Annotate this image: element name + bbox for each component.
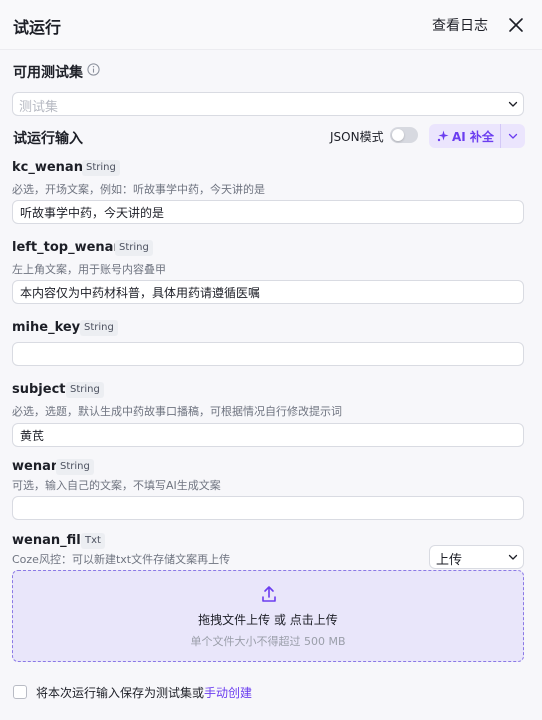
upload-mode-value: 上传 <box>436 553 463 568</box>
field-label: wenan <box>12 459 61 474</box>
manual-create-link[interactable]: 手动创建 <box>204 686 252 700</box>
toggle-knob <box>392 129 404 141</box>
field-description: 必选，开场文案，例如：听故事学中药，今天讲的是 <box>12 183 265 196</box>
test-set-select[interactable]: 测试集 <box>12 92 524 116</box>
field-name-subject: subject* <box>12 382 73 397</box>
field-description: 可选，输入自己的文案，不填写AI生成文案 <box>12 479 221 492</box>
type-tag: String <box>80 320 118 336</box>
field-description: 必选，选题，默认生成中药故事口播稿，可根据情况自行修改提示词 <box>12 405 342 418</box>
field-label: subject <box>12 382 66 397</box>
ai-fill-dropdown[interactable] <box>501 124 525 148</box>
subject-input[interactable] <box>12 423 524 447</box>
chevron-down-icon <box>508 101 518 107</box>
field-description: Coze风控：可以新建txt文件存储文案再上传 <box>12 553 231 566</box>
dropzone-main-text: 拖拽文件上传 或 点击上传 <box>198 613 338 627</box>
ai-fill-button-group: AI 补全 <box>429 124 525 148</box>
type-tag: String <box>82 160 120 176</box>
field-name-left-top-wenan: left_top_wenan* <box>12 240 130 255</box>
dropzone-size-limit: 单个文件大小不得超过 500 MB <box>190 635 346 648</box>
mihe-key-input[interactable] <box>12 342 524 366</box>
close-icon <box>509 18 523 32</box>
ai-fill-button[interactable]: AI 补全 <box>429 124 499 148</box>
file-dropzone[interactable]: 拖拽文件上传 或 点击上传 单个文件大小不得超过 500 MB <box>12 570 524 662</box>
sparkle-icon <box>437 130 449 142</box>
view-logs-link[interactable]: 查看日志 <box>432 15 488 35</box>
wenan-input[interactable] <box>12 496 524 520</box>
chevron-down-icon <box>508 554 518 560</box>
field-name-mihe-key: mihe_key* <box>12 320 88 335</box>
field-name-kc-wenan: kc_wenan* <box>12 160 90 175</box>
field-label: wenan_file <box>12 533 90 548</box>
save-as-test-set-checkbox[interactable] <box>13 685 27 699</box>
upload-mode-select[interactable]: 上传 <box>429 545 524 569</box>
close-button[interactable] <box>505 14 527 36</box>
field-description: 左上角文案，用于账号内容叠甲 <box>12 263 166 276</box>
panel-title: 试运行 <box>13 18 62 37</box>
field-name-wenan-file: wenan_file <box>12 533 90 548</box>
type-tag: String <box>56 459 94 475</box>
panel-header: 试运行 查看日志 <box>0 0 542 50</box>
upload-icon <box>262 586 276 602</box>
test-set-title: 可用测试集 <box>13 65 83 81</box>
field-label: left_top_wenan <box>12 240 123 255</box>
json-mode-toggle[interactable] <box>390 127 418 143</box>
chevron-down-icon <box>508 133 518 139</box>
save-as-test-set-label: 将本次运行输入保存为测试集或手动创建 <box>36 684 252 701</box>
type-tag: Txt <box>81 533 105 549</box>
type-tag: String <box>115 240 153 256</box>
save-text: 将本次运行输入保存为测试集或 <box>36 686 205 700</box>
info-icon[interactable] <box>87 63 100 76</box>
run-input-title: 试运行输入 <box>13 131 83 147</box>
trial-run-panel: 试运行 查看日志 可用测试集 测试集 试运行输入 JSON模式 AI 补全 kc… <box>0 0 542 720</box>
test-set-placeholder: 测试集 <box>19 100 59 115</box>
left-top-wenan-input[interactable] <box>12 280 524 304</box>
field-label: mihe_key <box>12 320 81 335</box>
json-mode-label: JSON模式 <box>330 130 384 144</box>
field-label: kc_wenan <box>12 160 83 175</box>
kc-wenan-input[interactable] <box>12 200 524 224</box>
field-name-wenan: wenan <box>12 459 60 474</box>
type-tag: String <box>66 382 104 398</box>
ai-fill-label: AI 补全 <box>452 130 494 144</box>
